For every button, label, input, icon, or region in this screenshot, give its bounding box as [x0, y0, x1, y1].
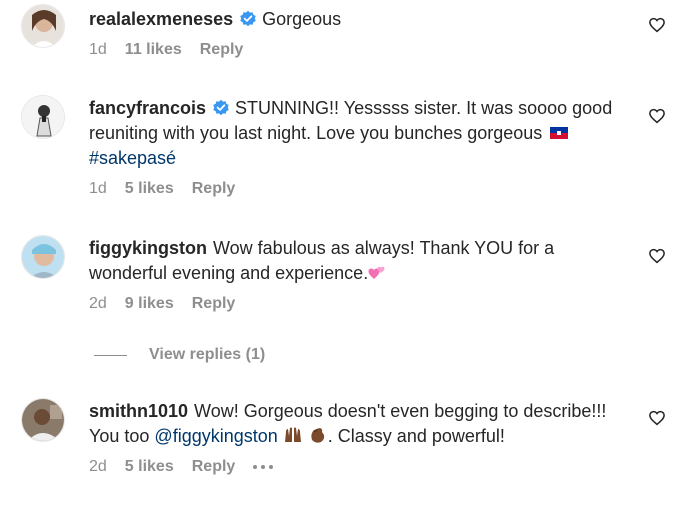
username[interactable]: realalexmeneses [89, 9, 233, 29]
username[interactable]: smithn1010 [89, 401, 188, 421]
username[interactable]: fancyfrancois [89, 98, 206, 118]
comment-text: realalexmeneses Gorgeous [89, 9, 342, 29]
avatar[interactable] [21, 235, 65, 279]
avatar[interactable] [21, 398, 65, 442]
comment-meta: 2d 9 likes Reply [89, 294, 629, 314]
comment-age: 1d [89, 180, 107, 197]
reply-button[interactable]: Reply [200, 41, 244, 58]
more-options-icon[interactable] [253, 464, 274, 469]
mention-link[interactable]: @figgykingston [154, 426, 277, 446]
comment-age: 2d [89, 458, 107, 475]
reply-button[interactable]: Reply [192, 180, 236, 197]
raised-hands-emoji [284, 427, 301, 442]
view-replies-label[interactable]: View replies (1) [149, 346, 265, 364]
verified-badge-icon [213, 99, 229, 116]
likes-count[interactable]: 5 likes [125, 180, 174, 197]
heart-icon[interactable] [648, 16, 666, 34]
comment-text: smithn1010 Wow! Gorgeous doesn't even beg… [89, 401, 607, 446]
comment-age: 1d [89, 41, 107, 58]
comment-meta: 1d 11 likes Reply [89, 40, 629, 60]
replies-divider [94, 355, 127, 356]
heart-icon[interactable] [648, 247, 666, 265]
heart-icon[interactable] [648, 107, 666, 125]
heart-icon[interactable] [648, 409, 666, 427]
likes-count[interactable]: 5 likes [125, 458, 174, 475]
comment-age: 2d [89, 295, 107, 312]
comment-meta: 1d 5 likes Reply [89, 179, 629, 199]
clapping-hands-emoji [311, 428, 324, 443]
avatar[interactable] [21, 95, 65, 139]
username[interactable]: figgykingston [89, 238, 207, 258]
comment-text: fancyfrancois STUNNING!! Yesssss sister. … [89, 98, 613, 168]
hashtag-link[interactable]: #sakepasé [89, 148, 176, 168]
two-hearts-emoji [368, 266, 385, 279]
verified-badge-icon [240, 10, 256, 27]
comment-text: figgykingston Wow fabulous as always! Tha… [89, 238, 555, 283]
haiti-flag-emoji [550, 127, 569, 139]
reply-button[interactable]: Reply [192, 295, 236, 312]
likes-count[interactable]: 11 likes [125, 41, 182, 58]
likes-count[interactable]: 9 likes [125, 295, 174, 312]
comment-meta: 2d 5 likes Reply [89, 457, 629, 477]
avatar[interactable] [21, 4, 65, 48]
reply-button[interactable]: Reply [192, 458, 236, 475]
